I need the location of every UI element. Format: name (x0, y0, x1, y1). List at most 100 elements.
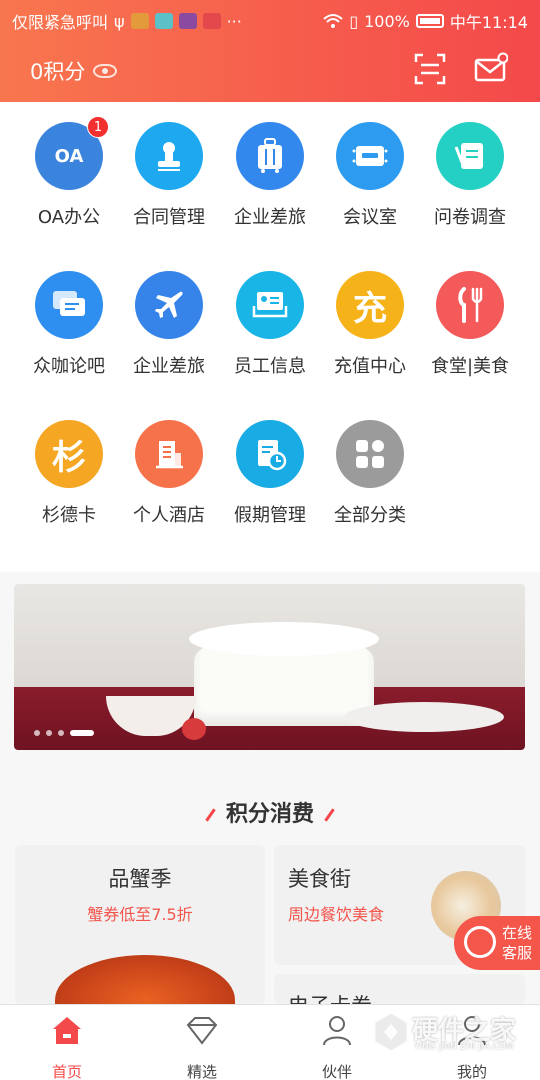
leave-icon (236, 420, 304, 488)
no-sim-icon: ▯ (349, 11, 359, 31)
survey-icon (436, 122, 504, 190)
more-notifications-icon: ··· (226, 11, 242, 31)
oa-icon: OA 1 (35, 116, 109, 190)
huawei-icon (202, 13, 221, 29)
grid-label: 食堂|美食 (430, 356, 510, 377)
points-balance[interactable]: 0积分 (30, 56, 118, 86)
watermark-logo-icon (372, 1010, 410, 1054)
eye-icon[interactable] (93, 64, 118, 78)
crab-season-card[interactable]: 品蟹季 蟹券低至7.5折 (15, 845, 265, 1005)
grid-label: 员工信息 (234, 356, 306, 377)
grid-label: 假期管理 (234, 505, 306, 526)
carrier-text: 仅限紧急呼叫 (12, 13, 109, 32)
online-service-button[interactable]: 在线 客服 (454, 916, 540, 970)
grid-item-contract[interactable]: 合同管理 (119, 122, 219, 229)
app-notification-icon (130, 13, 149, 29)
status-bar: 仅限紧急呼叫 ψ ··· ▯ 100% 中午11:14 (0, 0, 540, 38)
grid-label: 合同管理 (133, 207, 205, 228)
watermark-subtext: YING JIAN ZHI JIA.COM (414, 1042, 514, 1052)
meeting-room-icon (336, 122, 404, 190)
grid-label: 众咖论吧 (33, 356, 105, 377)
promo-banner[interactable] (14, 584, 525, 750)
tab-featured[interactable]: 精选 (157, 1013, 247, 1080)
message-icon[interactable] (474, 52, 508, 86)
fork-knife-icon (436, 271, 504, 339)
app-notification-icon (178, 13, 197, 29)
banner-pagination (34, 730, 94, 736)
tab-label: 首页 (51, 1063, 82, 1080)
sand-card-glyph: 杉 (52, 437, 86, 478)
notification-badge: 1 (87, 116, 109, 138)
grid-item-oa[interactable]: OA 1 OA办公 (19, 116, 119, 229)
grid-item-forum[interactable]: 众咖论吧 (19, 271, 119, 378)
pagination-dot-active (70, 730, 94, 736)
grid-item-employee-info[interactable]: 员工信息 (220, 271, 320, 378)
feature-grid: OA 1 OA办公 合同管理 企业差旅 会议室 问卷调查 众咖论吧 企业差旅 员… (0, 102, 540, 572)
grid-item-business-travel-flight[interactable]: 企业差旅 (119, 271, 219, 378)
card-subtitle: 蟹券低至7.5折 (87, 905, 193, 924)
usb-icon: ψ (114, 11, 125, 31)
battery-icon (415, 14, 444, 28)
pagination-dot (46, 730, 52, 736)
grid-label: 企业差旅 (133, 356, 205, 377)
service-label-1: 在线 (502, 924, 533, 942)
pagination-dot (58, 730, 64, 736)
tab-home[interactable]: 首页 (22, 1013, 112, 1080)
tab-label: 精选 (186, 1063, 217, 1080)
diamond-icon (186, 1017, 218, 1045)
recharge-glyph: 充 (353, 288, 387, 329)
id-card-icon (236, 271, 304, 339)
app-notification-icon (154, 13, 173, 29)
grid-item-meeting-room[interactable]: 会议室 (320, 122, 420, 229)
points-text: 0积分 (30, 60, 86, 84)
stamp-icon (135, 122, 203, 190)
card-title: 电子卡券 (288, 990, 525, 1004)
grid-item-sand-card[interactable]: 杉 杉德卡 (19, 420, 119, 527)
chat-icon (35, 271, 103, 339)
grid-item-all-categories[interactable]: 全部分类 (320, 420, 420, 527)
service-label-2: 客服 (502, 944, 533, 962)
grid-item-business-travel[interactable]: 企业差旅 (220, 122, 320, 229)
airplane-icon (135, 271, 203, 339)
plate-image (344, 702, 504, 732)
header: 仅限紧急呼叫 ψ ··· ▯ 100% 中午11:14 0积分 (0, 0, 540, 102)
grid-item-recharge[interactable]: 充 充值中心 (320, 271, 420, 378)
headset-icon (464, 926, 496, 958)
home-icon (53, 1017, 81, 1044)
suitcase-icon (236, 122, 304, 190)
all-categories-icon (336, 420, 404, 488)
grid-item-leave[interactable]: 假期管理 (220, 420, 320, 527)
section-title: 积分消费 (0, 796, 540, 828)
grid-label: 全部分类 (334, 505, 406, 526)
grid-label: 问卷调查 (434, 207, 506, 228)
grid-label: 杉德卡 (42, 505, 96, 526)
crab-image (55, 955, 235, 1005)
watermark: 硬件之家 YING JIAN ZHI JIA.COM (368, 1008, 528, 1056)
tab-label: 我的 (456, 1063, 487, 1080)
card-title: 品蟹季 (108, 867, 172, 891)
grid-item-survey[interactable]: 问卷调查 (420, 122, 520, 229)
grid-label: OA办公 (37, 207, 101, 228)
grid-label: 会议室 (343, 207, 397, 228)
clock: 中午11:14 (449, 13, 528, 32)
battery-percent: 100% (364, 11, 410, 31)
oa-glyph: OA (54, 145, 84, 167)
section-title-text: 积分消费 (225, 802, 314, 827)
recharge-icon: 充 (336, 271, 404, 339)
hotel-icon (135, 420, 203, 488)
grid-item-canteen[interactable]: 食堂|美食 (420, 271, 520, 378)
grid-item-hotel[interactable]: 个人酒店 (119, 420, 219, 527)
grid-label: 充值中心 (334, 356, 406, 377)
title-decoration (205, 808, 216, 822)
strawberry-image (182, 718, 206, 740)
title-decoration (324, 808, 335, 822)
grid-label: 企业差旅 (234, 207, 306, 228)
pagination-dot (34, 730, 40, 736)
cake-top-image (189, 622, 379, 656)
tab-label: 伙伴 (321, 1063, 352, 1080)
sand-card-icon: 杉 (35, 420, 103, 488)
partner-icon (323, 1016, 351, 1046)
scan-icon[interactable] (413, 52, 447, 86)
wifi-icon (323, 14, 343, 28)
e-voucher-card[interactable]: 电子卡券 (274, 974, 525, 1004)
